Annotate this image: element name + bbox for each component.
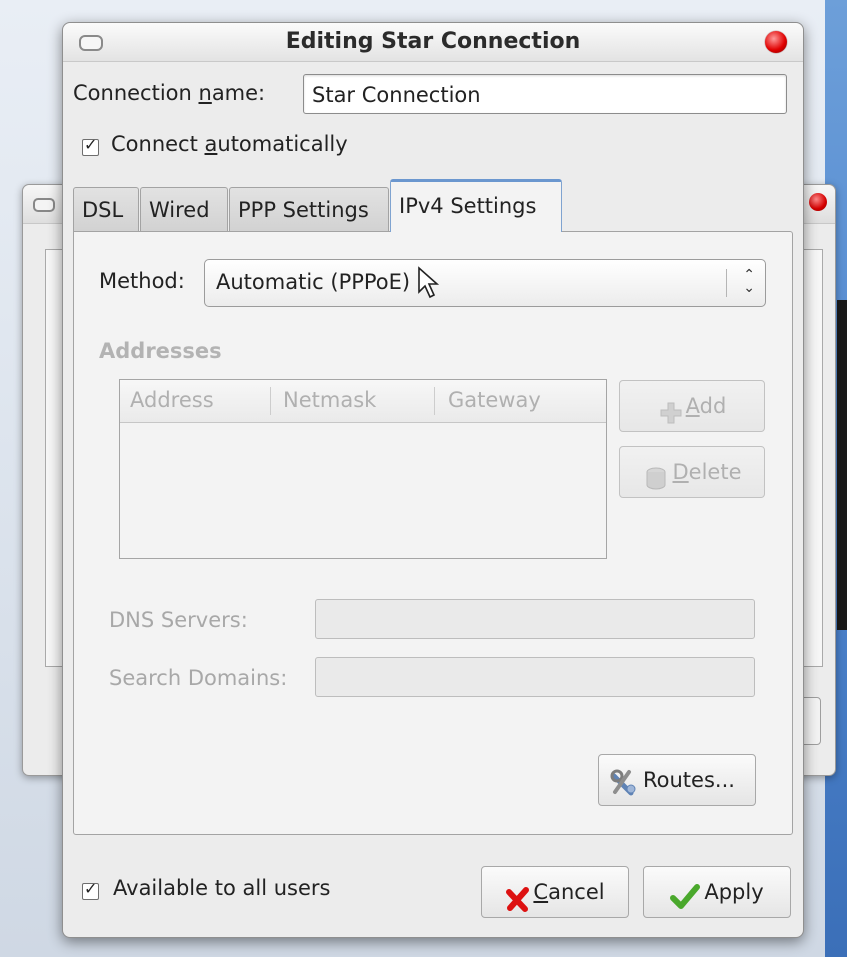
tab-ipv4-settings[interactable]: IPv4 Settings: [390, 179, 562, 232]
combo-separator: [726, 269, 727, 297]
close-icon[interactable]: [765, 31, 787, 53]
editing-connection-dialog: Editing Star Connection Connection name:…: [62, 22, 804, 938]
apply-icon: [670, 879, 701, 909]
method-label: Method:: [99, 269, 185, 293]
dialog-titlebar[interactable]: Editing Star Connection: [63, 23, 803, 62]
tab-wired[interactable]: Wired: [140, 187, 228, 231]
add-icon: [658, 394, 684, 424]
mouse-cursor-icon: [418, 266, 440, 299]
check-icon: ✓: [84, 135, 98, 154]
connection-name-label: Connection name:: [73, 81, 265, 105]
connect-automatically-label[interactable]: Connect automatically: [111, 132, 348, 156]
cancel-button[interactable]: Cancel: [481, 866, 629, 918]
routes-label: Routes...: [643, 768, 735, 792]
column-separator: [434, 387, 435, 415]
available-to-all-users-checkbox[interactable]: ✓: [82, 879, 99, 900]
dialog-title: Editing Star Connection: [285, 29, 581, 54]
desktop-dark-strip: [837, 300, 847, 630]
connection-name-field[interactable]: Star Connection: [303, 74, 787, 114]
connection-name-label-part: ame:: [211, 81, 266, 105]
connect-auto-label-part: Connect: [111, 132, 205, 156]
background-window-close-icon[interactable]: [809, 193, 827, 211]
connect-auto-mnemonic: a: [204, 132, 218, 156]
delete-mnemonic: D: [672, 460, 689, 484]
search-domains-label: Search Domains:: [109, 666, 288, 690]
method-value: Automatic (PPPoE): [216, 270, 411, 294]
up-down-arrows-icon: ⌃ ⌄: [743, 267, 755, 296]
add-label: dd: [699, 394, 727, 418]
column-gateway[interactable]: Gateway: [448, 388, 541, 412]
routes-icon: [609, 766, 639, 796]
column-separator: [270, 387, 271, 415]
connection-name-label-part: Connection: [73, 81, 199, 105]
dns-servers-field[interactable]: [315, 599, 755, 639]
cancel-icon: [505, 880, 531, 912]
background-window-menu-icon[interactable]: [33, 198, 55, 212]
apply-button[interactable]: Apply: [643, 866, 791, 918]
add-button[interactable]: Add: [619, 380, 765, 432]
column-netmask[interactable]: Netmask: [283, 388, 376, 412]
delete-button[interactable]: Delete: [619, 446, 765, 498]
addresses-table[interactable]: Address Netmask Gateway: [119, 379, 607, 559]
add-mnemonic: A: [685, 394, 700, 418]
connect-auto-label-part: utomatically: [217, 132, 348, 156]
apply-label: Apply: [704, 880, 764, 904]
method-combo[interactable]: Automatic (PPPoE) ⌃ ⌄: [204, 259, 766, 307]
connection-name-mnemonic: n: [198, 81, 212, 105]
routes-button[interactable]: Routes...: [598, 754, 756, 806]
dns-servers-label: DNS Servers:: [109, 608, 248, 632]
check-icon: ✓: [84, 879, 98, 898]
delete-label: elete: [688, 460, 742, 484]
cancel-label: ancel: [548, 880, 605, 904]
connect-automatically-checkbox[interactable]: ✓: [82, 135, 99, 156]
tab-dsl[interactable]: DSL: [73, 187, 139, 231]
tab-ppp-settings[interactable]: PPP Settings: [229, 187, 389, 231]
cancel-mnemonic: C: [533, 880, 549, 904]
delete-icon: [643, 460, 669, 490]
column-address[interactable]: Address: [130, 388, 214, 412]
addresses-table-header: Address Netmask Gateway: [120, 380, 606, 423]
addresses-heading: Addresses: [99, 339, 222, 363]
search-domains-field[interactable]: [315, 657, 755, 697]
available-to-all-users-label[interactable]: Available to all users: [113, 876, 330, 900]
